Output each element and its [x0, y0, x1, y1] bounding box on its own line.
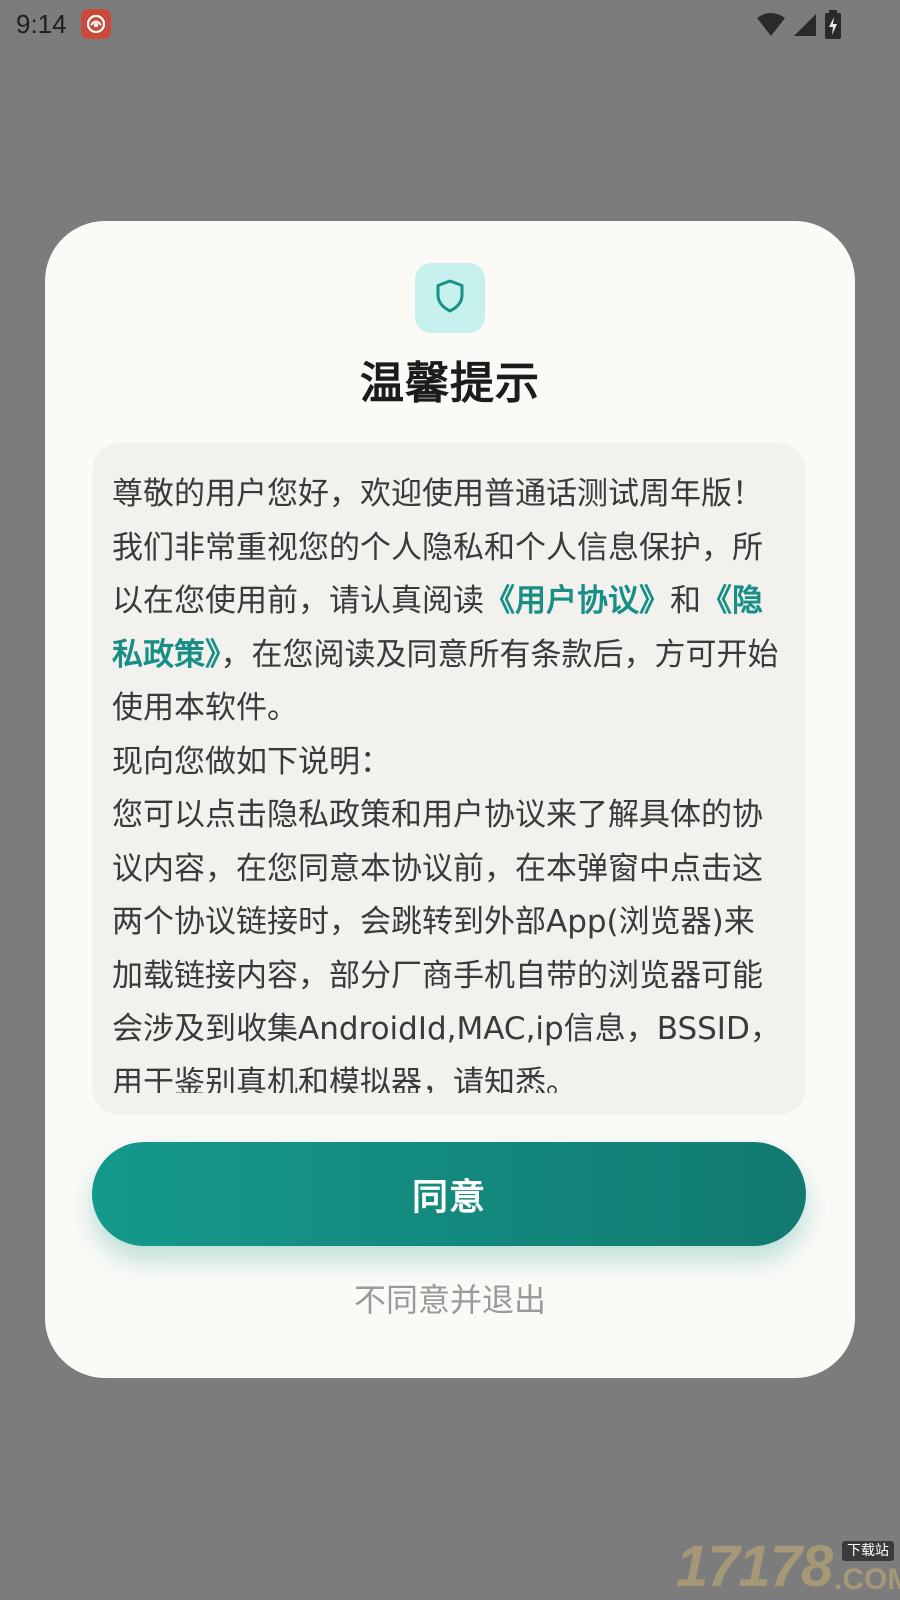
user-agreement-link[interactable]: 《用户协议》 [484, 583, 670, 619]
shield-icon [435, 279, 465, 317]
watermark-number: 17178 [676, 1534, 833, 1599]
battery-charging-icon [824, 10, 842, 44]
wifi-icon [756, 12, 786, 42]
privacy-dialog: 温馨提示 尊敬的用户您好，欢迎使用普通话测试周年版！我们非常重视您的个人隐私和个… [45, 221, 855, 1378]
shield-badge [415, 263, 485, 333]
agree-button[interactable]: 同意 [92, 1142, 806, 1246]
agreement-text: 尊敬的用户您好，欢迎使用普通话测试周年版！我们非常重视您的个人隐私和个人信息保护… [112, 468, 782, 1093]
status-icons [756, 10, 842, 44]
cellular-signal-icon [792, 12, 818, 42]
site-watermark: 17178 下载站 .COM [676, 1534, 900, 1599]
explanation-heading: 现向您做如下说明： [112, 743, 391, 780]
agreement-content-scroll[interactable]: 尊敬的用户您好，欢迎使用普通话测试周年版！我们非常重视您的个人隐私和个人信息保护… [92, 443, 806, 1115]
app-notification-icon [81, 9, 111, 39]
status-bar: 9:14 [0, 0, 900, 48]
decline-and-exit-button[interactable]: 不同意并退出 [45, 1276, 855, 1324]
conjunction-text: 和 [670, 583, 701, 619]
watermark-tag: 下载站 [842, 1541, 894, 1561]
watermark-suffix: .COM [834, 1563, 900, 1596]
dialog-title: 温馨提示 [360, 358, 540, 409]
explanation-body: 您可以点击隐私政策和用户协议来了解具体的协议内容，在您同意本协议前，在本弹窗中点… [112, 797, 781, 1093]
intro-paragraph: 尊敬的用户您好，欢迎使用普通话测试周年版！我们非常重视您的个人隐私和个人信息保护… [112, 468, 782, 736]
status-time: 9:14 [16, 9, 67, 39]
